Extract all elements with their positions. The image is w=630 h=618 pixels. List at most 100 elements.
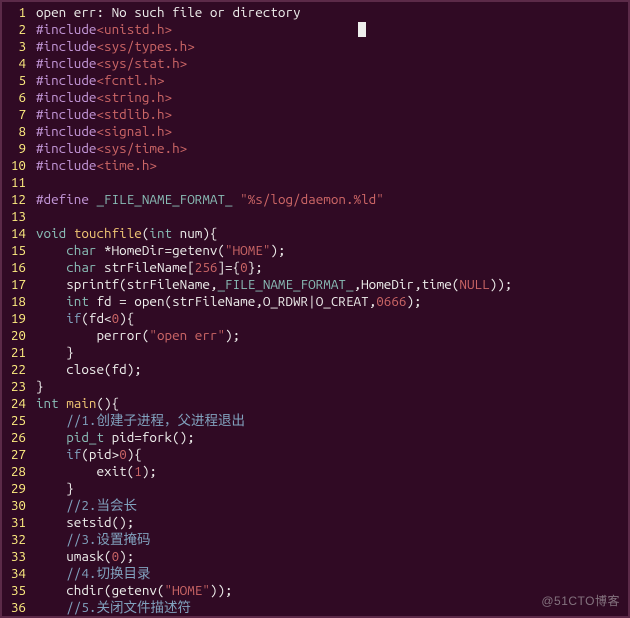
line-number: 35 — [6, 582, 26, 599]
line-number: 32 — [6, 531, 26, 548]
code-token: ){ — [119, 310, 134, 326]
code-line[interactable]: #include<fcntl.h> — [36, 72, 624, 89]
line-number: 5 — [6, 72, 26, 89]
line-number: 28 — [6, 463, 26, 480]
code-token: #include — [36, 123, 96, 139]
code-line[interactable]: if(fd<0){ — [36, 310, 624, 327]
code-token: ]={ — [217, 259, 240, 275]
code-line[interactable]: perror("open err"); — [36, 327, 624, 344]
code-line[interactable] — [36, 174, 624, 191]
code-token: //4.切换目录 — [66, 565, 150, 581]
code-line[interactable]: if(pid>0){ — [36, 446, 624, 463]
code-line[interactable]: #include<sys/stat.h> — [36, 55, 624, 72]
code-token: ); — [225, 327, 240, 343]
code-token: umask( — [36, 548, 112, 564]
code-line[interactable]: char *HomeDir=getenv("HOME"); — [36, 242, 624, 259]
code-token: <fcntl.h> — [96, 72, 164, 88]
code-line[interactable]: char strFileName[256]={0}; — [36, 259, 624, 276]
line-number: 4 — [6, 55, 26, 72]
code-token: int — [66, 293, 89, 309]
code-line[interactable]: //2.当会长 — [36, 497, 624, 514]
code-token: <stdlib.h> — [96, 106, 172, 122]
code-line[interactable]: #include<sys/types.h> — [36, 38, 624, 55]
code-line[interactable]: void touchfile(int num){ — [36, 225, 624, 242]
line-number: 33 — [6, 548, 26, 565]
line-number: 36 — [6, 599, 26, 616]
code-line[interactable]: //5.关闭文件描述符 — [36, 599, 624, 616]
code-token — [36, 293, 66, 309]
code-line[interactable]: chdir(getenv("HOME")); — [36, 582, 624, 599]
code-token: ); — [142, 463, 157, 479]
line-number: 19 — [6, 310, 26, 327]
code-token: touchfile — [74, 225, 142, 241]
code-line[interactable]: pid_t pid=fork(); — [36, 429, 624, 446]
text-cursor — [358, 22, 366, 37]
code-line[interactable]: #include<string.h> — [36, 89, 624, 106]
code-token: #define — [36, 191, 96, 207]
code-token: fd = open(strFileName,O_RDWR|O_CREAT, — [89, 293, 376, 309]
line-number: 23 — [6, 378, 26, 395]
line-number: 18 — [6, 293, 26, 310]
code-line[interactable]: //1.创建子进程，父进程退出 — [36, 412, 624, 429]
code-token: char — [66, 259, 96, 275]
code-editor[interactable]: 1234567891011121314151617181920212223242… — [2, 2, 628, 616]
code-token: if — [66, 446, 81, 462]
code-line[interactable]: int fd = open(strFileName,O_RDWR|O_CREAT… — [36, 293, 624, 310]
code-line[interactable]: setsid(); — [36, 514, 624, 531]
code-token: (fd< — [81, 310, 111, 326]
code-token: "HOME" — [225, 242, 270, 258]
code-line[interactable]: int main(){ — [36, 395, 624, 412]
line-number-gutter: 1234567891011121314151617181920212223242… — [2, 2, 32, 616]
code-token: "HOME" — [165, 582, 210, 598]
code-token: ){ — [127, 446, 142, 462]
code-token: } — [36, 378, 44, 394]
code-token: (pid> — [81, 446, 119, 462]
line-number: 2 — [6, 21, 26, 38]
code-token: #include — [36, 72, 96, 88]
code-line[interactable]: #include<sys/time.h> — [36, 140, 624, 157]
code-line[interactable]: umask(0); — [36, 548, 624, 565]
code-line[interactable]: //4.切换目录 — [36, 565, 624, 582]
code-line[interactable]: close(fd); — [36, 361, 624, 378]
code-token: //2.当会长 — [66, 497, 137, 513]
code-line[interactable]: #include<time.h> — [36, 157, 624, 174]
code-line[interactable]: } — [36, 344, 624, 361]
line-number: 15 — [6, 242, 26, 259]
code-token: perror( — [36, 327, 149, 343]
code-line[interactable]: sprintf(strFileName,_FILE_NAME_FORMAT_,H… — [36, 276, 624, 293]
line-number: 6 — [6, 89, 26, 106]
code-line[interactable]: //3.设置掩码 — [36, 531, 624, 548]
code-line[interactable]: open err: No such file or directory — [36, 4, 624, 21]
code-token: close(fd); — [36, 361, 142, 377]
code-token: //1.创建子进程，父进程退出 — [66, 412, 245, 428]
code-line[interactable]: #define _FILE_NAME_FORMAT_ "%s/log/daemo… — [36, 191, 624, 208]
code-token: 1 — [134, 463, 142, 479]
line-number: 30 — [6, 497, 26, 514]
code-token: 0 — [240, 259, 248, 275]
code-token: ); — [406, 293, 421, 309]
code-token: pid_t — [66, 429, 104, 445]
line-number: 26 — [6, 429, 26, 446]
code-token: <string.h> — [96, 89, 172, 105]
code-token: *HomeDir=getenv( — [97, 242, 226, 258]
code-token — [36, 259, 66, 275]
code-token: ,HomeDir,time( — [354, 276, 460, 292]
code-line[interactable]: #include<unistd.h> — [36, 21, 624, 38]
code-area[interactable]: open err: No such file or directory#incl… — [32, 2, 628, 616]
line-number: 24 — [6, 395, 26, 412]
code-token: #include — [36, 89, 96, 105]
line-number: 12 — [6, 191, 26, 208]
code-token: <unistd.h> — [96, 21, 172, 37]
line-number: 14 — [6, 225, 26, 242]
code-line[interactable] — [36, 208, 624, 225]
code-token — [36, 242, 66, 258]
code-token: #include — [36, 21, 96, 37]
code-token: } — [36, 480, 74, 496]
code-line[interactable]: } — [36, 480, 624, 497]
code-line[interactable]: } — [36, 378, 624, 395]
code-token: open err: No such file or directory — [36, 4, 301, 20]
code-line[interactable]: exit(1); — [36, 463, 624, 480]
code-line[interactable]: #include<signal.h> — [36, 123, 624, 140]
line-number: 21 — [6, 344, 26, 361]
code-line[interactable]: #include<stdlib.h> — [36, 106, 624, 123]
